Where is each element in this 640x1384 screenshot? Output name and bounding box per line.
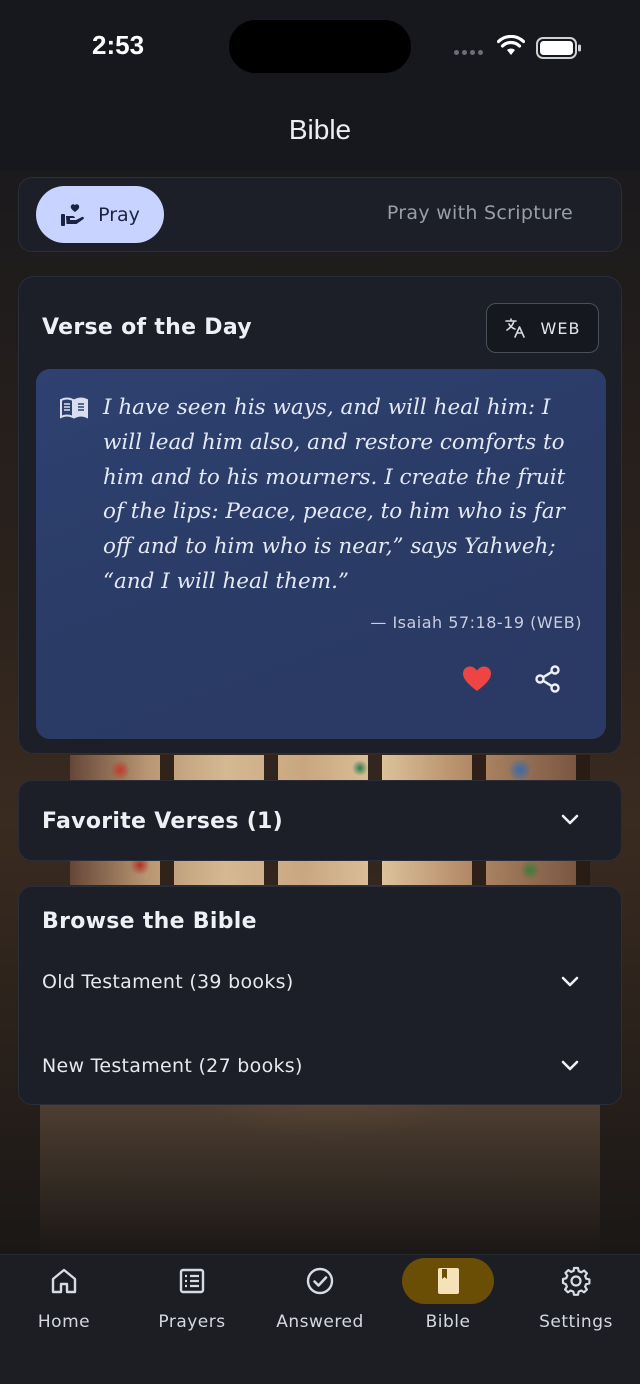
page-title: Bible bbox=[288, 114, 352, 145]
tab-pray-with-scripture[interactable]: Pray with Scripture bbox=[387, 202, 573, 224]
tab-pray[interactable]: Pray bbox=[36, 186, 164, 243]
nav-answered-label: Answered bbox=[276, 1312, 364, 1332]
mode-segmented-control: Pray Pray with Scripture bbox=[18, 177, 622, 252]
nav-prayers[interactable]: Prayers bbox=[128, 1255, 256, 1355]
verse-of-the-day-card: Verse of the Day WEB I have seen his way… bbox=[18, 276, 622, 754]
praying-hands-heart-icon bbox=[61, 203, 84, 226]
chevron-down-icon bbox=[561, 976, 579, 987]
old-testament-label: Old Testament (39 books) bbox=[42, 971, 294, 993]
new-testament-expander[interactable]: New Testament (27 books) bbox=[19, 1035, 623, 1095]
nav-prayers-label: Prayers bbox=[158, 1312, 226, 1332]
dynamic-island bbox=[229, 20, 411, 73]
bottom-navigation: Home Prayers Answered Bible Settings bbox=[0, 1254, 640, 1384]
translate-icon bbox=[504, 318, 525, 338]
chevron-down-icon bbox=[561, 814, 579, 825]
browse-bible-card: Browse the Bible Old Testament (39 books… bbox=[18, 886, 622, 1105]
nav-settings[interactable]: Settings bbox=[512, 1255, 640, 1355]
verse-of-the-day-title: Verse of the Day bbox=[42, 315, 252, 340]
light-rays bbox=[40, 1105, 600, 1255]
nav-home[interactable]: Home bbox=[0, 1255, 128, 1355]
home-icon bbox=[51, 1268, 77, 1294]
cellular-signal-icon bbox=[454, 50, 483, 55]
gear-icon bbox=[561, 1266, 591, 1296]
verse-box: I have seen his ways, and will heal him:… bbox=[36, 369, 606, 739]
translation-button[interactable]: WEB bbox=[486, 303, 599, 353]
top-app-bar: Bible bbox=[0, 92, 640, 170]
nav-answered[interactable]: Answered bbox=[256, 1255, 384, 1355]
share-icon[interactable] bbox=[534, 665, 562, 693]
status-bar: 2:53 bbox=[0, 0, 640, 92]
nav-bible[interactable]: Bible bbox=[384, 1255, 512, 1355]
tab-pray-label: Pray bbox=[98, 203, 140, 226]
status-time: 2:53 bbox=[92, 30, 145, 60]
old-testament-expander[interactable]: Old Testament (39 books) bbox=[19, 951, 623, 1011]
chevron-down-icon bbox=[561, 1060, 579, 1071]
favorite-verses-title: Favorite Verses (1) bbox=[42, 809, 284, 834]
verse-reference: — Isaiah 57:18-19 (WEB) bbox=[370, 613, 582, 632]
battery-icon bbox=[536, 37, 581, 59]
verse-text: I have seen his ways, and will heal him:… bbox=[103, 395, 566, 594]
nav-home-label: Home bbox=[37, 1312, 91, 1332]
favorite-heart-icon[interactable] bbox=[462, 665, 492, 693]
new-testament-label: New Testament (27 books) bbox=[42, 1055, 303, 1077]
list-icon bbox=[179, 1268, 205, 1294]
favorite-verses-expander[interactable]: Favorite Verses (1) bbox=[18, 780, 622, 861]
nav-settings-label: Settings bbox=[539, 1312, 613, 1332]
nav-bible-label: Bible bbox=[425, 1312, 471, 1332]
open-book-icon bbox=[60, 397, 88, 419]
bible-book-icon bbox=[438, 1268, 459, 1294]
check-circle-icon bbox=[306, 1267, 334, 1295]
browse-bible-title: Browse the Bible bbox=[42, 909, 257, 934]
translation-label: WEB bbox=[540, 318, 581, 338]
wifi-icon bbox=[497, 35, 525, 55]
